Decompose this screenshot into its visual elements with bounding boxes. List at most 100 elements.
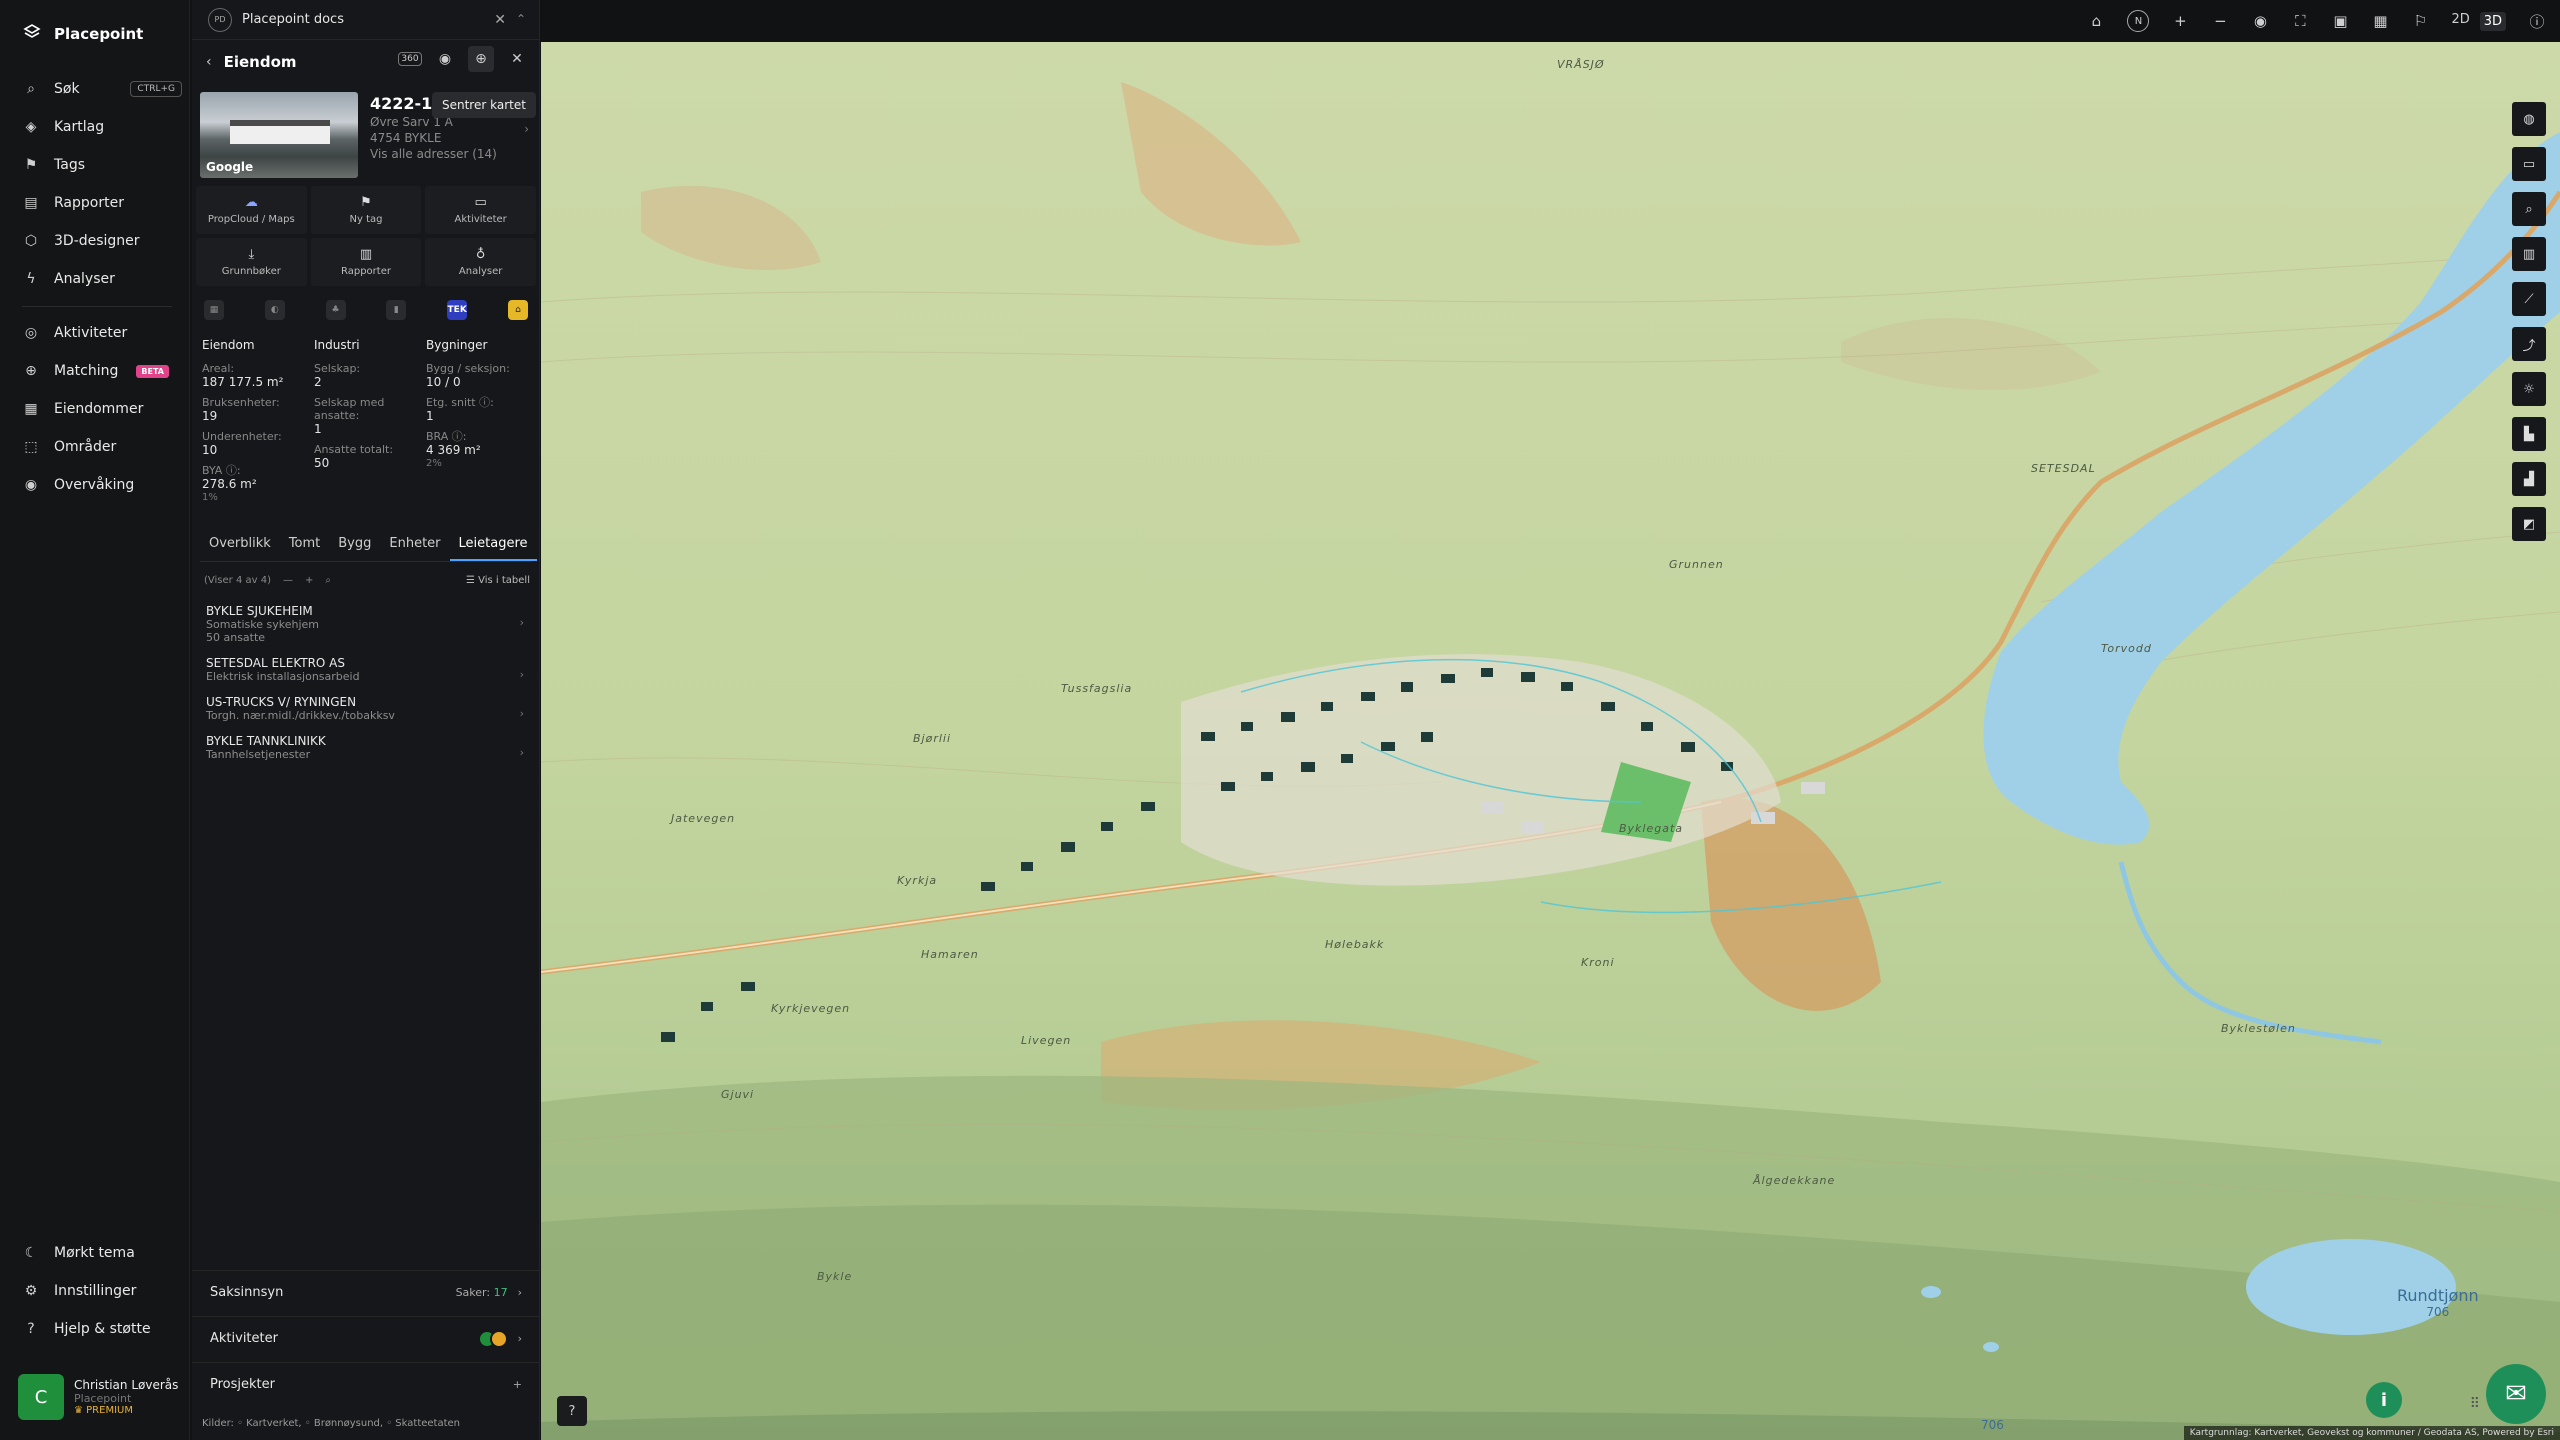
- tooltip: Sentrer kartet: [432, 92, 536, 118]
- list-item[interactable]: BYKLE SJUKEHEIM Somatiske sykehjem 50 an…: [200, 600, 532, 648]
- list-icon: ☰: [465, 574, 479, 586]
- chevron-updown-icon[interactable]: ⌃: [516, 12, 526, 26]
- nav-item-rapporter[interactable]: ▤ Rapporter: [22, 190, 182, 216]
- mode-2d-button[interactable]: 2D: [2451, 12, 2469, 31]
- grid-icon[interactable]: ▦: [2371, 12, 2389, 30]
- tab-enheter[interactable]: Enheter: [380, 534, 449, 561]
- info-button[interactable]: i: [2366, 1382, 2402, 1418]
- map-help-button[interactable]: ?: [557, 1396, 587, 1426]
- nav-item-dark-theme[interactable]: ☾ Mørkt tema: [22, 1240, 182, 1266]
- stats-eiendom: Eiendom Areal: 187 177.5 m² Bruksenheter…: [202, 338, 314, 509]
- nav-item-3d-designer[interactable]: ⬡ 3D-designer: [22, 228, 182, 254]
- map-label: Byklestølen: [2221, 1022, 2296, 1035]
- property-photo[interactable]: Google: [200, 92, 358, 178]
- grid-icon[interactable]: ▦: [204, 300, 224, 320]
- compass-icon[interactable]: N: [2127, 10, 2150, 32]
- list-item[interactable]: US-TRUCKS V/ RYNINGEN Torgh. nær.midl./d…: [200, 691, 532, 726]
- brand[interactable]: Placepoint: [22, 22, 143, 46]
- stats-title: Eiendom: [202, 338, 255, 352]
- nav-item-tags[interactable]: ⚑ Tags: [22, 152, 182, 178]
- analyses-button[interactable]: ♁ Analyser: [425, 238, 536, 286]
- globe-icon[interactable]: ◐: [264, 300, 285, 320]
- home-icon[interactable]: ⌂: [507, 300, 528, 320]
- nav-item-help[interactable]: ? Hjelp & støtte: [22, 1316, 182, 1342]
- propcloud-button[interactable]: ☁ PropCloud / Maps: [196, 186, 307, 234]
- panel-header: ‹ Eiendom 360 ◉ ⊕ ✕: [192, 44, 540, 80]
- map-attribution: Kartgrunnlag: Kartverket, Geovekst og ko…: [2183, 1426, 2560, 1440]
- tag-icon: ⚑: [360, 195, 372, 210]
- elevation-icon[interactable]: ▟: [2512, 462, 2546, 496]
- action-label: Analyser: [458, 266, 503, 277]
- camera-icon[interactable]: ▣: [2331, 12, 2349, 30]
- table-view-button[interactable]: ☰ Vis i tabell: [466, 575, 530, 586]
- activities-button[interactable]: ▭ Aktiviteter: [425, 186, 536, 234]
- building-tool-icon[interactable]: ▙: [2512, 417, 2546, 451]
- bookmark-icon[interactable]: ⚐: [2411, 12, 2429, 30]
- tek-icon[interactable]: TEK: [447, 300, 468, 320]
- zoom-out-icon[interactable]: −: [2211, 12, 2229, 30]
- trend-icon[interactable]: ⤴: [2512, 327, 2546, 361]
- close-icon[interactable]: ✕: [494, 12, 506, 28]
- map-label: Livegen: [1021, 1034, 1072, 1047]
- chart-tool-icon[interactable]: ▥: [2512, 237, 2546, 271]
- tab-leietagere[interactable]: Leietagere: [449, 534, 537, 561]
- layers-tool-icon[interactable]: ◍: [2512, 102, 2546, 136]
- eye-icon[interactable]: ◉: [432, 46, 458, 72]
- minus-icon[interactable]: —: [283, 575, 293, 586]
- back-icon[interactable]: ‹: [206, 54, 212, 70]
- drag-handle-icon[interactable]: ⠿: [2470, 1396, 2480, 1412]
- info-icon[interactable]: ⓘ: [2528, 11, 2546, 32]
- measure-icon[interactable]: ▭: [2512, 147, 2546, 181]
- nav-item-omrader[interactable]: ⬚ Områder: [22, 434, 182, 460]
- sun-icon[interactable]: ☼: [2512, 372, 2546, 406]
- add-project[interactable]: +: [513, 1378, 522, 1391]
- stat-percent: 1%: [202, 492, 218, 503]
- nav-item-overvaking[interactable]: ◉ Overvåking: [22, 472, 182, 498]
- nav-item-analyser[interactable]: ϟ Analyser: [22, 266, 182, 292]
- panel-tab[interactable]: PD Placepoint docs ✕ ⌃: [192, 0, 540, 40]
- nav-item-matching[interactable]: ⊕ Matching BETA: [22, 358, 182, 384]
- reports-button[interactable]: ▥ Rapporter: [310, 238, 422, 286]
- shortcut-badge: CTRL+G: [130, 81, 182, 97]
- stat-label: Areal:: [202, 362, 235, 375]
- nav-item-kartlag[interactable]: ◈ Kartlag: [22, 114, 182, 140]
- list-item[interactable]: BYKLE TANNKLINIKK Tannhelsetjenester ›: [200, 730, 532, 765]
- line-tool-icon[interactable]: ⟋: [2512, 282, 2546, 316]
- nav-item-aktiviteter[interactable]: ◎ Aktiviteter: [22, 320, 182, 346]
- chat-button[interactable]: ✉: [2486, 1364, 2546, 1424]
- fullscreen-icon[interactable]: ⛶: [2291, 12, 2309, 30]
- plant-icon[interactable]: ♣: [325, 300, 346, 320]
- mode-3d-button[interactable]: 3D: [2479, 11, 2506, 31]
- plus-icon[interactable]: +: [305, 575, 313, 586]
- crown-icon: ♛: [74, 1405, 87, 1416]
- tab-tomt[interactable]: Tomt: [280, 534, 329, 561]
- map-canvas[interactable]: VRÅSJØ SETESDAL Bjørlii Jatevegen Kyrkja…: [541, 42, 2560, 1440]
- prosjekter-row[interactable]: Prosjekter +: [192, 1362, 540, 1406]
- search-icon[interactable]: ⌕: [325, 575, 331, 586]
- street-view-icon[interactable]: 360: [398, 52, 422, 66]
- compare-icon[interactable]: ◩: [2512, 507, 2546, 541]
- list-item[interactable]: SETESDAL ELEKTRO AS Elektrisk installasj…: [200, 652, 532, 687]
- user-profile[interactable]: C Christian Løverås Placepoint ♛ PREMIUM: [18, 1374, 178, 1420]
- search-area-icon[interactable]: ⌕: [2512, 192, 2546, 226]
- placepoint-logo-icon: [22, 22, 42, 46]
- building-3d-icon[interactable]: ⌂: [2087, 12, 2105, 30]
- center-map-icon[interactable]: ⊕: [468, 46, 494, 72]
- nav-item-eiendommer[interactable]: ▦ Eiendommer: [22, 396, 182, 422]
- aktiviteter-row[interactable]: Aktiviteter ›: [192, 1316, 540, 1360]
- new-tag-button[interactable]: ⚑ Ny tag: [310, 186, 422, 234]
- nav-divider: [22, 306, 172, 307]
- zoom-in-icon[interactable]: +: [2171, 12, 2189, 30]
- tab-overblikk[interactable]: Overblikk: [200, 534, 280, 561]
- map-label: VRÅSJØ: [1557, 58, 1605, 71]
- close-panel-icon[interactable]: ✕: [504, 46, 530, 72]
- nav-item-settings[interactable]: ⚙ Innstillinger: [22, 1278, 182, 1304]
- user-org: Placepoint: [74, 1392, 132, 1405]
- saksinnsyn-row[interactable]: Saksinnsyn Saker: 17 ›: [192, 1270, 540, 1314]
- grunnboker-button[interactable]: ⤓ Grunnbøker: [196, 238, 307, 286]
- all-addresses-link[interactable]: Vis alle adresser (14): [370, 147, 535, 161]
- eye-icon[interactable]: ◉: [2251, 12, 2269, 30]
- bars-icon[interactable]: ▮: [386, 300, 407, 320]
- tab-bygg[interactable]: Bygg: [329, 534, 380, 561]
- nav-item-search[interactable]: ⌕ Søk CTRL+G: [22, 76, 182, 102]
